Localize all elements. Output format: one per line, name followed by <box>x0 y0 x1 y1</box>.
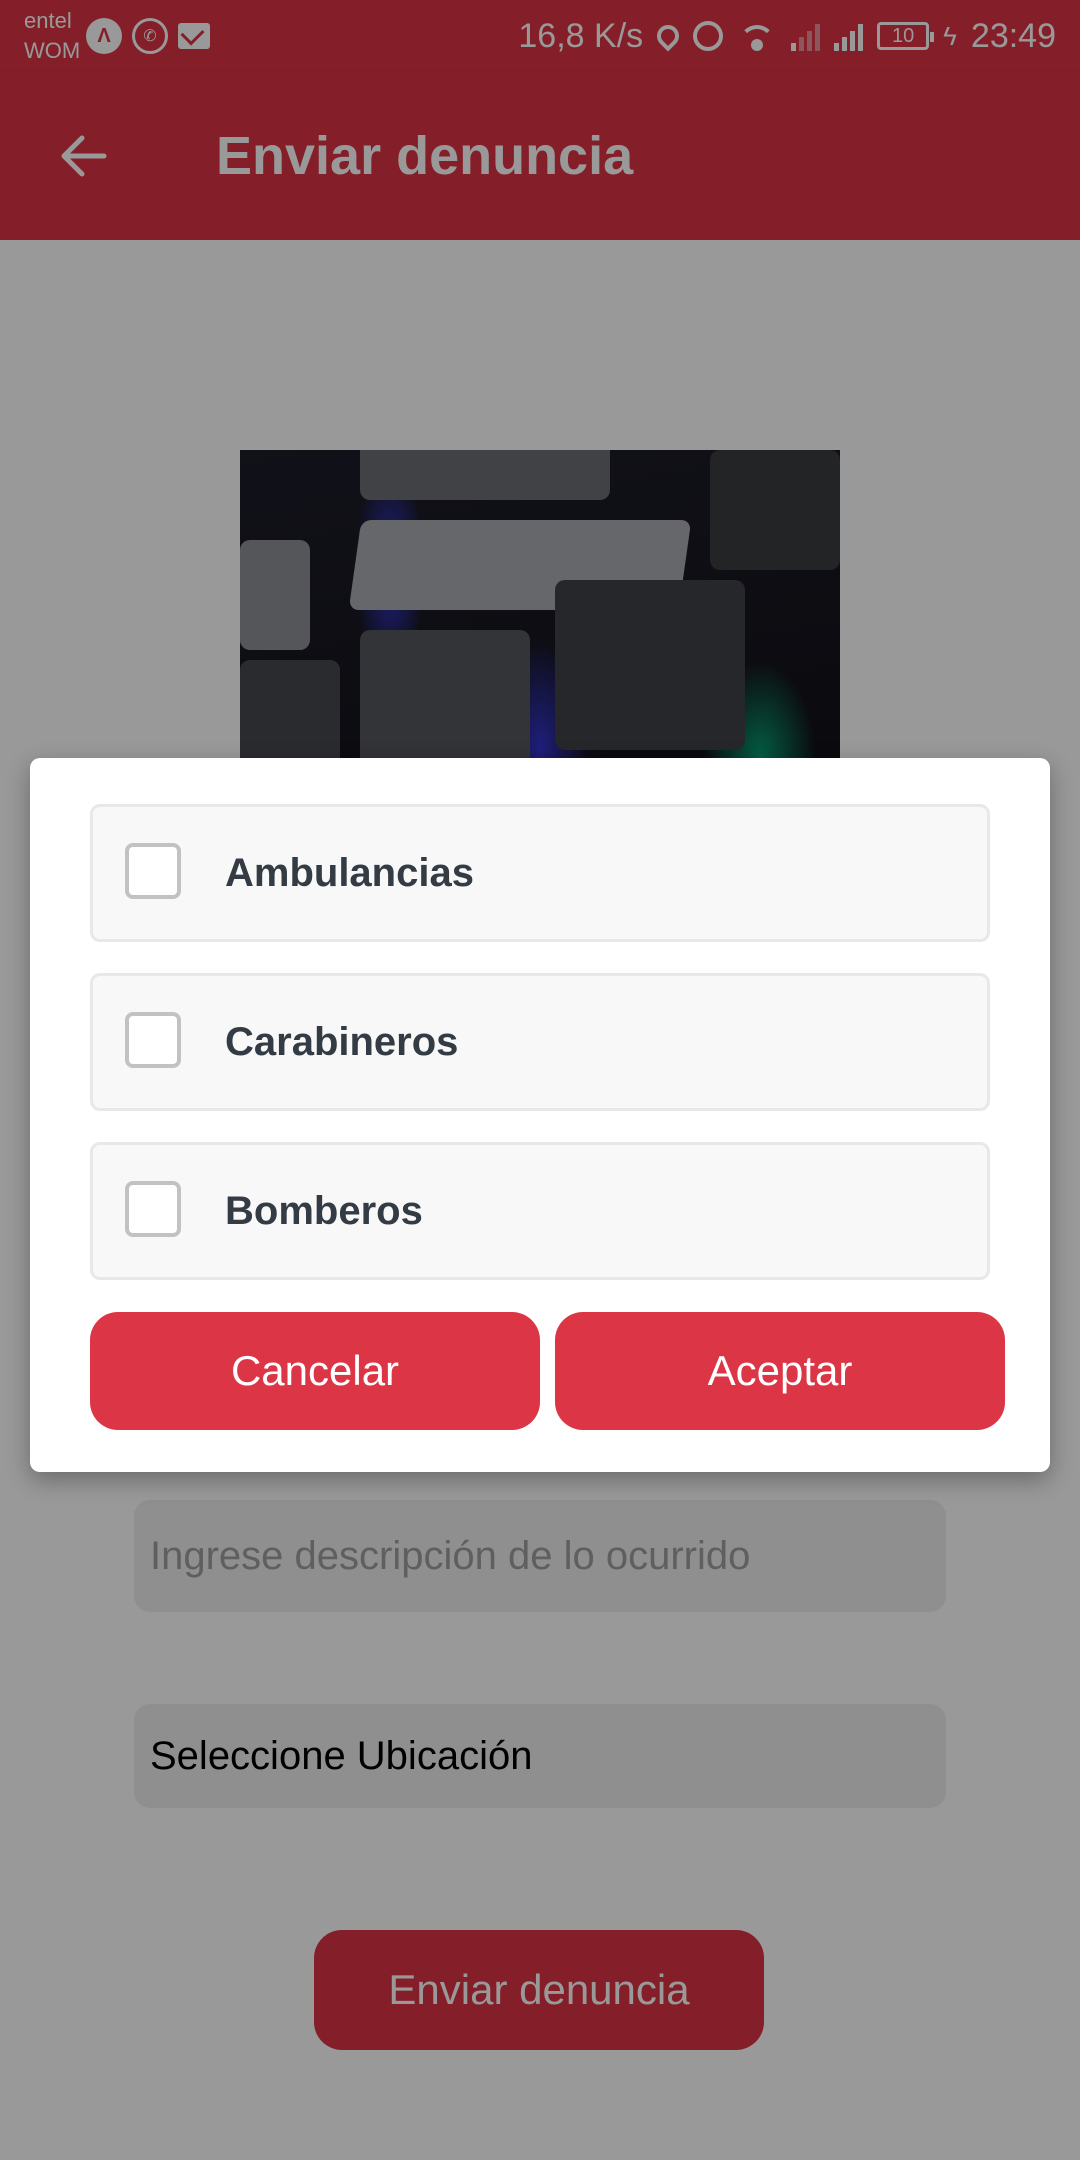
option-label: Bomberos <box>225 1189 423 1233</box>
checkbox[interactable] <box>125 1181 181 1237</box>
checkbox[interactable] <box>125 843 181 899</box>
service-select-dialog: Ambulancias Carabineros Bomberos Cancela… <box>30 758 1050 1472</box>
option-ambulancias[interactable]: Ambulancias <box>90 804 990 942</box>
accept-button[interactable]: Aceptar <box>555 1312 1005 1430</box>
cancel-button[interactable]: Cancelar <box>90 1312 540 1430</box>
option-carabineros[interactable]: Carabineros <box>90 973 990 1111</box>
option-label: Carabineros <box>225 1020 459 1064</box>
option-label: Ambulancias <box>225 851 474 895</box>
option-bomberos[interactable]: Bomberos <box>90 1142 990 1280</box>
checkbox[interactable] <box>125 1012 181 1068</box>
